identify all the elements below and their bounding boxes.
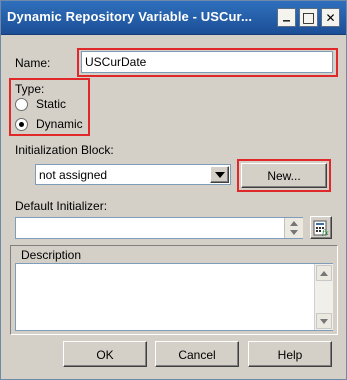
ok-button-label: OK	[96, 348, 114, 362]
spin-down-icon	[290, 230, 298, 235]
scroll-up-icon	[320, 270, 328, 276]
ok-button[interactable]: OK	[63, 341, 147, 367]
window-title: Dynamic Repository Variable - USCur...	[7, 9, 253, 24]
init-block-dropdown-button[interactable]	[210, 166, 229, 183]
name-label: Name:	[15, 56, 51, 70]
spin-up-icon	[290, 221, 298, 226]
minimize-button[interactable]: _	[277, 5, 296, 27]
close-icon: ✕	[325, 10, 336, 25]
init-block-select[interactable]: not assigned	[35, 164, 231, 185]
dialog-window: Dynamic Repository Variable - USCur... _…	[0, 0, 347, 380]
help-button[interactable]: Help	[248, 341, 332, 367]
cancel-button[interactable]: Cancel	[155, 341, 239, 367]
description-scrollbar[interactable]	[314, 264, 333, 330]
help-button-label: Help	[277, 348, 303, 362]
init-block-value: not assigned	[39, 168, 108, 182]
name-highlight-box	[77, 48, 338, 77]
cancel-button-label: Cancel	[178, 348, 216, 362]
svg-text:fx: fx	[321, 229, 329, 236]
scroll-up-button[interactable]	[316, 265, 332, 281]
default-initializer-field[interactable]	[15, 217, 303, 239]
maximize-icon: □	[301, 9, 316, 26]
minimize-icon: _	[283, 5, 290, 22]
scroll-down-icon	[320, 318, 328, 324]
description-textarea[interactable]	[15, 263, 333, 331]
new-button-highlight-box	[237, 159, 331, 192]
init-block-label: Initialization Block:	[15, 143, 114, 157]
expression-builder-icon: fx	[313, 220, 329, 236]
default-initializer-spinner[interactable]	[284, 218, 303, 238]
expression-builder-button[interactable]: fx	[310, 216, 332, 239]
close-button[interactable]: ✕	[321, 8, 340, 27]
scroll-down-button[interactable]	[316, 313, 332, 329]
default-initializer-label: Default Initializer:	[15, 199, 108, 213]
maximize-button[interactable]: □	[299, 8, 318, 27]
title-bar[interactable]: Dynamic Repository Variable - USCur... _…	[1, 1, 346, 35]
description-label: Description	[19, 248, 84, 262]
chevron-down-icon	[214, 171, 225, 178]
type-highlight-box	[9, 78, 90, 136]
